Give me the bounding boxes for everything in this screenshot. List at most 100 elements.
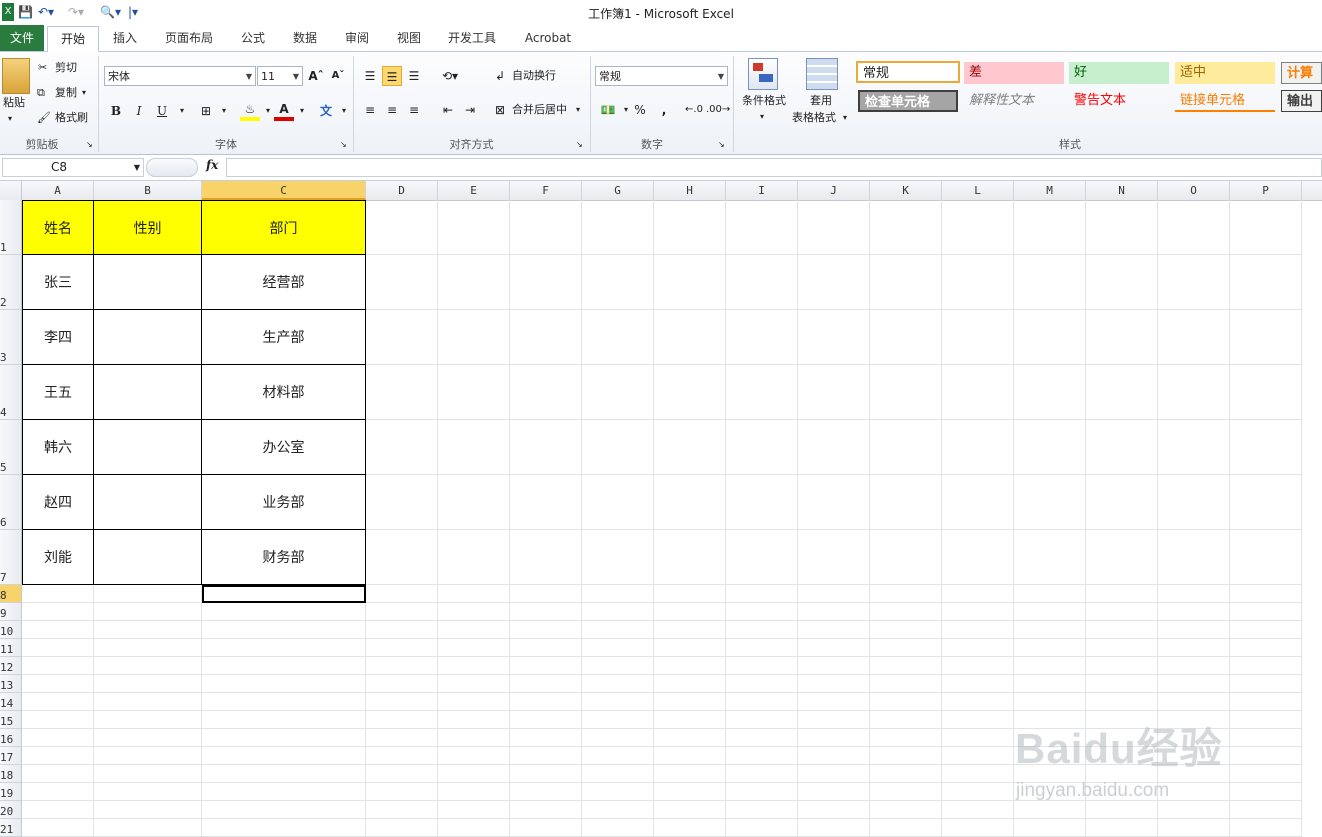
grid-cell[interactable]: [1230, 675, 1302, 693]
grid-cell[interactable]: [1230, 657, 1302, 675]
grid-cell[interactable]: [1158, 200, 1230, 255]
grid-cell[interactable]: [366, 801, 438, 819]
grid-cell[interactable]: [22, 639, 94, 657]
table-cell[interactable]: 财务部: [202, 530, 366, 585]
grid-cell[interactable]: [22, 801, 94, 819]
grid-cell[interactable]: [1014, 603, 1086, 621]
grid-cell[interactable]: [942, 603, 1014, 621]
grid-cell[interactable]: [582, 621, 654, 639]
grid-cell[interactable]: [510, 310, 582, 365]
grid-cell[interactable]: [1158, 657, 1230, 675]
grid-cell[interactable]: [798, 675, 870, 693]
grid-cell[interactable]: [798, 365, 870, 420]
row-header[interactable]: 19: [0, 783, 22, 801]
grid-cell[interactable]: [510, 783, 582, 801]
row-header[interactable]: 20: [0, 801, 22, 819]
grid-cell[interactable]: [1158, 639, 1230, 657]
grid-cell[interactable]: [798, 693, 870, 711]
grid-cell[interactable]: [798, 200, 870, 255]
table-cell[interactable]: [94, 310, 202, 365]
grid-cell[interactable]: [1014, 475, 1086, 530]
grid-cell[interactable]: [582, 765, 654, 783]
font-color-icon[interactable]: A: [274, 99, 294, 121]
style-explanatory[interactable]: 解释性文本: [964, 90, 1064, 112]
grid-cell[interactable]: [22, 585, 94, 603]
row-header[interactable]: 8: [0, 585, 22, 603]
grid-cell[interactable]: [1158, 475, 1230, 530]
align-bottom-icon[interactable]: ☰: [404, 66, 424, 86]
grid-cell[interactable]: [654, 585, 726, 603]
grid-cell[interactable]: [1230, 200, 1302, 255]
row-header[interactable]: 16: [0, 729, 22, 747]
border-icon[interactable]: ⊞: [196, 101, 216, 121]
grid-cell[interactable]: [1086, 639, 1158, 657]
grid-cell[interactable]: [870, 819, 942, 837]
grid-cell[interactable]: [798, 729, 870, 747]
grid-cell[interactable]: [94, 729, 202, 747]
grid-cell[interactable]: [1158, 801, 1230, 819]
table-header-cell[interactable]: 部门: [202, 200, 366, 255]
grid-cell[interactable]: [438, 639, 510, 657]
table-cell[interactable]: 王五: [22, 365, 94, 420]
grid-cell[interactable]: [654, 711, 726, 729]
grid-cell[interactable]: [654, 801, 726, 819]
grid-cell[interactable]: [202, 675, 366, 693]
grid-cell[interactable]: [510, 475, 582, 530]
column-header[interactable]: I: [726, 181, 798, 200]
grid-cell[interactable]: [1230, 530, 1302, 585]
grid-cell[interactable]: [582, 530, 654, 585]
tab-page-layout[interactable]: 页面布局: [158, 25, 220, 51]
grid-cell[interactable]: [798, 711, 870, 729]
grid-cell[interactable]: [202, 747, 366, 765]
style-neutral[interactable]: 适中: [1175, 62, 1275, 84]
column-header[interactable]: K: [870, 181, 942, 200]
grid-cell[interactable]: [798, 639, 870, 657]
font-color-dropdown-icon[interactable]: ▾: [292, 101, 312, 121]
grid-cell[interactable]: [94, 675, 202, 693]
grid-cell[interactable]: [798, 765, 870, 783]
grid-cell[interactable]: [438, 420, 510, 475]
grid-cell[interactable]: [510, 365, 582, 420]
grid-cell[interactable]: [798, 585, 870, 603]
grid-cell[interactable]: [582, 420, 654, 475]
grid-cell[interactable]: [438, 475, 510, 530]
grid-cell[interactable]: [798, 819, 870, 837]
grid-cell[interactable]: [798, 783, 870, 801]
grid-cell[interactable]: [202, 603, 366, 621]
grid-cell[interactable]: [94, 603, 202, 621]
grid-cell[interactable]: [654, 255, 726, 310]
row-header[interactable]: 3: [0, 310, 22, 365]
grid-cell[interactable]: [1158, 530, 1230, 585]
table-format-label-2[interactable]: 表格格式: [792, 109, 836, 127]
grid-cell[interactable]: [1230, 310, 1302, 365]
grid-cell[interactable]: [94, 747, 202, 765]
grid-cell[interactable]: [22, 621, 94, 639]
grid-cell[interactable]: [202, 621, 366, 639]
grid-cell[interactable]: [1086, 475, 1158, 530]
grid-cell[interactable]: [438, 530, 510, 585]
row-header[interactable]: 13: [0, 675, 22, 693]
grid-cell[interactable]: [22, 765, 94, 783]
grid-cell[interactable]: [582, 475, 654, 530]
column-header[interactable]: J: [798, 181, 870, 200]
row-header[interactable]: 7: [0, 530, 22, 585]
bold-button[interactable]: B: [106, 101, 126, 121]
grid-cell[interactable]: [654, 639, 726, 657]
grid-cell[interactable]: [726, 603, 798, 621]
grid-cell[interactable]: [582, 657, 654, 675]
grid-cell[interactable]: [582, 200, 654, 255]
grid-cell[interactable]: [1014, 530, 1086, 585]
grid-cell[interactable]: [1086, 420, 1158, 475]
grid-cell[interactable]: [1230, 255, 1302, 310]
grid-cell[interactable]: [942, 711, 1014, 729]
paste-dropdown-icon[interactable]: ▾: [8, 110, 12, 128]
align-center-icon[interactable]: ≡: [382, 100, 402, 120]
grid-cell[interactable]: [726, 639, 798, 657]
grid-cell[interactable]: [870, 310, 942, 365]
grid-cell[interactable]: [22, 657, 94, 675]
row-header[interactable]: 6: [0, 475, 22, 530]
grid-cell[interactable]: [1230, 639, 1302, 657]
align-right-icon[interactable]: ≡: [404, 100, 424, 120]
row-header[interactable]: 14: [0, 693, 22, 711]
phonetic-icon[interactable]: 文: [316, 101, 336, 121]
